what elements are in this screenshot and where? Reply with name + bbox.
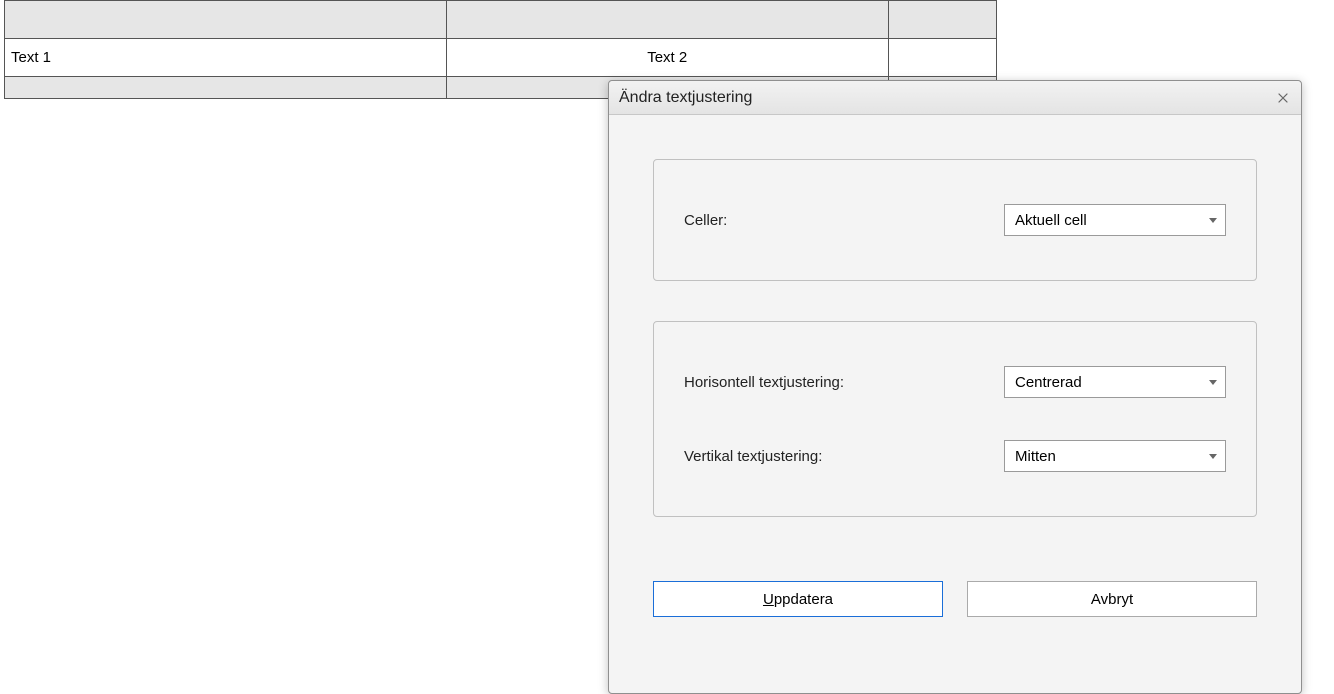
table-cell[interactable] [888, 39, 996, 77]
alignment-group: Horisontell textjustering: Centrerad Ver… [653, 321, 1257, 517]
table-cell[interactable] [888, 1, 996, 39]
table-cell[interactable] [446, 1, 888, 39]
update-button[interactable]: Uppdatera [653, 581, 943, 617]
horizontal-align-value: Centrerad [1015, 374, 1082, 391]
cells-select-value: Aktuell cell [1015, 212, 1087, 229]
dialog-title: Ändra textjustering [619, 89, 752, 107]
cancel-button[interactable]: Avbryt [967, 581, 1257, 617]
horizontal-align-label: Horisontell textjustering: [684, 374, 1004, 391]
text-alignment-dialog: Ändra textjustering Celler: Aktuell cell… [608, 80, 1302, 694]
chevron-down-icon [1209, 380, 1217, 385]
horizontal-align-select[interactable]: Centrerad [1004, 366, 1226, 398]
table-cell-text1[interactable]: Text 1 [5, 39, 447, 77]
table-cell[interactable] [5, 77, 447, 99]
table-cell[interactable] [5, 1, 447, 39]
vertical-align-label: Vertikal textjustering: [684, 448, 1004, 465]
chevron-down-icon [1209, 218, 1217, 223]
close-icon[interactable] [1275, 90, 1291, 106]
chevron-down-icon [1209, 454, 1217, 459]
table-cell-text2-selected[interactable]: Text 2 [446, 39, 888, 77]
vertical-align-value: Mitten [1015, 448, 1056, 465]
vertical-align-select[interactable]: Mitten [1004, 440, 1226, 472]
cells-label: Celler: [684, 212, 1004, 229]
cells-group: Celler: Aktuell cell [653, 159, 1257, 281]
cells-select[interactable]: Aktuell cell [1004, 204, 1226, 236]
cancel-button-label: Avbryt [1091, 591, 1133, 608]
dialog-titlebar[interactable]: Ändra textjustering [609, 81, 1301, 115]
